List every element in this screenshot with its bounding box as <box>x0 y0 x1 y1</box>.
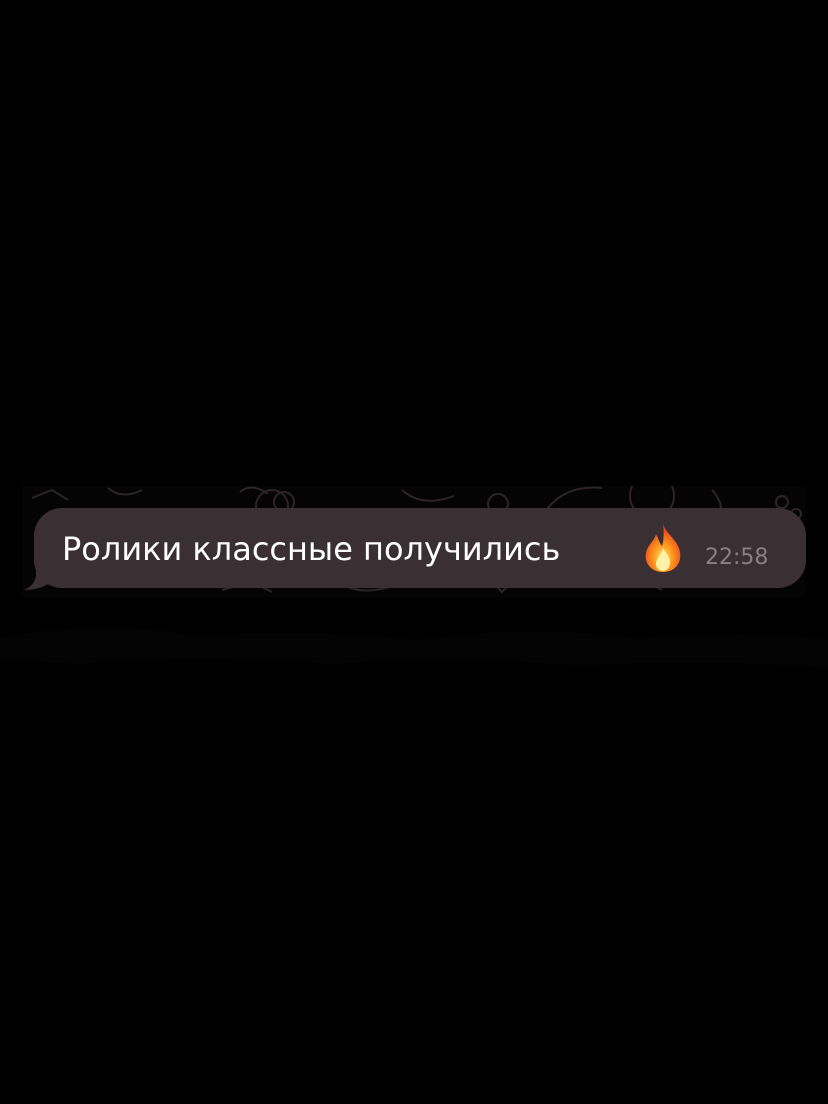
chat-screen: Ролики классные получились 22:58 <box>0 0 828 1104</box>
fire-icon <box>645 524 681 572</box>
message-text: Ролики классные получились <box>62 530 561 568</box>
message-timestamp: 22:58 <box>705 545 769 570</box>
redaction-mark <box>0 627 828 668</box>
